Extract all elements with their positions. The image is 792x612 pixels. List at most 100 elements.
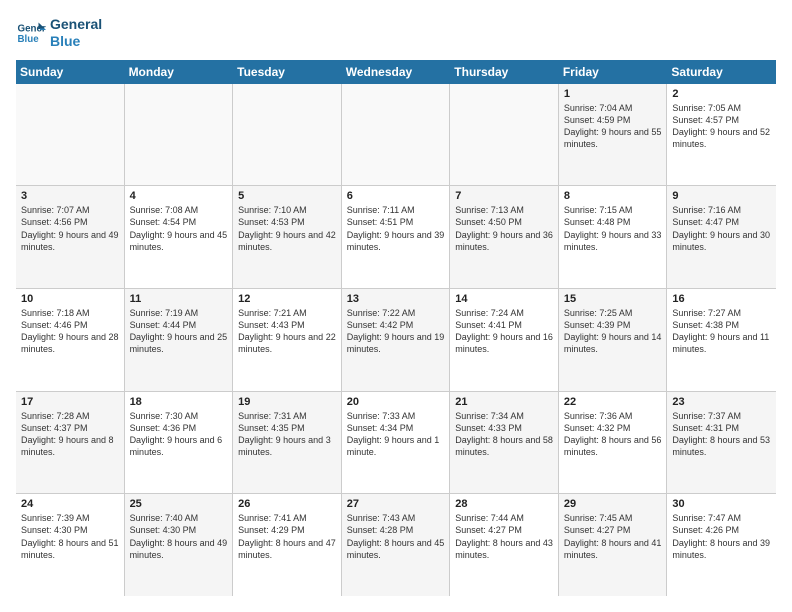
day-number: 21 bbox=[455, 396, 553, 408]
cell-info: Sunrise: 7:41 AM Sunset: 4:29 PM Dayligh… bbox=[238, 512, 336, 561]
calendar-row-3: 17 Sunrise: 7:28 AM Sunset: 4:37 PM Dayli… bbox=[16, 392, 776, 495]
calendar-cell-r1-c5: 8 Sunrise: 7:15 AM Sunset: 4:48 PM Daylig… bbox=[559, 186, 668, 288]
calendar-cell-r0-c1 bbox=[125, 84, 234, 186]
calendar-row-2: 10 Sunrise: 7:18 AM Sunset: 4:46 PM Dayli… bbox=[16, 289, 776, 392]
calendar-cell-r0-c0 bbox=[16, 84, 125, 186]
calendar-cell-r1-c6: 9Sunrise: 7:16 AM Sunset: 4:47 PM Daylig… bbox=[667, 186, 776, 288]
header: General Blue General Blue bbox=[16, 16, 776, 50]
calendar-body: 1Sunrise: 7:04 AM Sunset: 4:59 PM Daylig… bbox=[16, 84, 776, 596]
day-number: 14 bbox=[455, 293, 553, 305]
calendar-cell-r1-c0: 3 Sunrise: 7:07 AM Sunset: 4:56 PM Daylig… bbox=[16, 186, 125, 288]
calendar-cell-r3-c3: 20 Sunrise: 7:33 AM Sunset: 4:34 PM Dayli… bbox=[342, 392, 451, 494]
calendar-cell-r2-c0: 10 Sunrise: 7:18 AM Sunset: 4:46 PM Dayli… bbox=[16, 289, 125, 391]
calendar-cell-r2-c1: 11 Sunrise: 7:19 AM Sunset: 4:44 PM Dayli… bbox=[125, 289, 234, 391]
svg-text:Blue: Blue bbox=[18, 34, 40, 45]
day-number: 7 bbox=[455, 190, 553, 202]
cell-info: Sunrise: 7:34 AM Sunset: 4:33 PM Dayligh… bbox=[455, 410, 553, 459]
day-number: 25 bbox=[130, 498, 228, 510]
calendar-cell-r2-c5: 15 Sunrise: 7:25 AM Sunset: 4:39 PM Dayli… bbox=[559, 289, 668, 391]
logo-icon: General Blue bbox=[16, 18, 46, 48]
calendar-cell-r2-c4: 14 Sunrise: 7:24 AM Sunset: 4:41 PM Dayli… bbox=[450, 289, 559, 391]
calendar-cell-r3-c0: 17 Sunrise: 7:28 AM Sunset: 4:37 PM Dayli… bbox=[16, 392, 125, 494]
cell-info: Sunrise: 7:30 AM Sunset: 4:36 PM Dayligh… bbox=[130, 410, 228, 459]
cell-info: Sunrise: 7:24 AM Sunset: 4:41 PM Dayligh… bbox=[455, 307, 553, 356]
header-day-tuesday: Tuesday bbox=[233, 60, 342, 84]
day-number: 16 bbox=[672, 293, 771, 305]
day-number: 12 bbox=[238, 293, 336, 305]
calendar-cell-r1-c1: 4 Sunrise: 7:08 AM Sunset: 4:54 PM Daylig… bbox=[125, 186, 234, 288]
calendar-cell-r3-c4: 21 Sunrise: 7:34 AM Sunset: 4:33 PM Dayli… bbox=[450, 392, 559, 494]
header-day-wednesday: Wednesday bbox=[342, 60, 451, 84]
calendar-row-1: 3 Sunrise: 7:07 AM Sunset: 4:56 PM Daylig… bbox=[16, 186, 776, 289]
day-number: 22 bbox=[564, 396, 662, 408]
day-number: 1 bbox=[564, 88, 662, 100]
calendar-cell-r3-c5: 22Sunrise: 7:36 AM Sunset: 4:32 PM Dayli… bbox=[559, 392, 668, 494]
day-number: 8 bbox=[564, 190, 662, 202]
cell-info: Sunrise: 7:08 AM Sunset: 4:54 PM Dayligh… bbox=[130, 204, 228, 253]
day-number: 30 bbox=[672, 498, 771, 510]
day-number: 20 bbox=[347, 396, 445, 408]
cell-info: Sunrise: 7:44 AM Sunset: 4:27 PM Dayligh… bbox=[455, 512, 553, 561]
cell-info: Sunrise: 7:11 AM Sunset: 4:51 PM Dayligh… bbox=[347, 204, 445, 253]
cell-info: Sunrise: 7:27 AM Sunset: 4:38 PM Dayligh… bbox=[672, 307, 771, 356]
calendar-cell-r4-c1: 25Sunrise: 7:40 AM Sunset: 4:30 PM Dayli… bbox=[125, 494, 234, 596]
cell-info: Sunrise: 7:10 AM Sunset: 4:53 PM Dayligh… bbox=[238, 204, 336, 253]
day-number: 13 bbox=[347, 293, 445, 305]
cell-info: Sunrise: 7:16 AM Sunset: 4:47 PM Dayligh… bbox=[672, 204, 771, 253]
page: General Blue General Blue SundayMondayTu… bbox=[0, 0, 792, 612]
day-number: 24 bbox=[21, 498, 119, 510]
calendar-row-0: 1Sunrise: 7:04 AM Sunset: 4:59 PM Daylig… bbox=[16, 84, 776, 187]
calendar-cell-r4-c4: 28Sunrise: 7:44 AM Sunset: 4:27 PM Dayli… bbox=[450, 494, 559, 596]
cell-info: Sunrise: 7:21 AM Sunset: 4:43 PM Dayligh… bbox=[238, 307, 336, 356]
logo-text-blue: Blue bbox=[50, 33, 102, 50]
calendar-cell-r3-c1: 18 Sunrise: 7:30 AM Sunset: 4:36 PM Dayli… bbox=[125, 392, 234, 494]
calendar-cell-r2-c6: 16 Sunrise: 7:27 AM Sunset: 4:38 PM Dayli… bbox=[667, 289, 776, 391]
calendar-cell-r3-c2: 19 Sunrise: 7:31 AM Sunset: 4:35 PM Dayli… bbox=[233, 392, 342, 494]
calendar-cell-r1-c2: 5 Sunrise: 7:10 AM Sunset: 4:53 PM Daylig… bbox=[233, 186, 342, 288]
cell-info: Sunrise: 7:37 AM Sunset: 4:31 PM Dayligh… bbox=[672, 410, 771, 459]
calendar-cell-r2-c3: 13 Sunrise: 7:22 AM Sunset: 4:42 PM Dayli… bbox=[342, 289, 451, 391]
day-number: 10 bbox=[21, 293, 119, 305]
cell-info: Sunrise: 7:39 AM Sunset: 4:30 PM Dayligh… bbox=[21, 512, 119, 561]
cell-info: Sunrise: 7:22 AM Sunset: 4:42 PM Dayligh… bbox=[347, 307, 445, 356]
calendar-cell-r4-c6: 30 Sunrise: 7:47 AM Sunset: 4:26 PM Dayli… bbox=[667, 494, 776, 596]
cell-info: Sunrise: 7:47 AM Sunset: 4:26 PM Dayligh… bbox=[672, 512, 771, 561]
day-number: 27 bbox=[347, 498, 445, 510]
day-number: 5 bbox=[238, 190, 336, 202]
cell-info: Sunrise: 7:15 AM Sunset: 4:48 PM Dayligh… bbox=[564, 204, 662, 253]
cell-info: Sunrise: 7:28 AM Sunset: 4:37 PM Dayligh… bbox=[21, 410, 119, 459]
day-number: 17 bbox=[21, 396, 119, 408]
header-day-monday: Monday bbox=[125, 60, 234, 84]
day-number: 4 bbox=[130, 190, 228, 202]
day-number: 18 bbox=[130, 396, 228, 408]
cell-info: Sunrise: 7:25 AM Sunset: 4:39 PM Dayligh… bbox=[564, 307, 662, 356]
cell-info: Sunrise: 7:07 AM Sunset: 4:56 PM Dayligh… bbox=[21, 204, 119, 253]
cell-info: Sunrise: 7:18 AM Sunset: 4:46 PM Dayligh… bbox=[21, 307, 119, 356]
cell-info: Sunrise: 7:45 AM Sunset: 4:27 PM Dayligh… bbox=[564, 512, 662, 561]
calendar-cell-r0-c4 bbox=[450, 84, 559, 186]
day-number: 23 bbox=[672, 396, 771, 408]
day-number: 11 bbox=[130, 293, 228, 305]
calendar-cell-r1-c4: 7Sunrise: 7:13 AM Sunset: 4:50 PM Daylig… bbox=[450, 186, 559, 288]
calendar-cell-r0-c2 bbox=[233, 84, 342, 186]
day-number: 6 bbox=[347, 190, 445, 202]
calendar: SundayMondayTuesdayWednesdayThursdayFrid… bbox=[16, 60, 776, 596]
logo: General Blue General Blue bbox=[16, 16, 102, 50]
cell-info: Sunrise: 7:33 AM Sunset: 4:34 PM Dayligh… bbox=[347, 410, 445, 459]
header-day-sunday: Sunday bbox=[16, 60, 125, 84]
day-number: 3 bbox=[21, 190, 119, 202]
calendar-cell-r0-c5: 1Sunrise: 7:04 AM Sunset: 4:59 PM Daylig… bbox=[559, 84, 668, 186]
calendar-header: SundayMondayTuesdayWednesdayThursdayFrid… bbox=[16, 60, 776, 84]
calendar-cell-r4-c0: 24 Sunrise: 7:39 AM Sunset: 4:30 PM Dayli… bbox=[16, 494, 125, 596]
cell-info: Sunrise: 7:19 AM Sunset: 4:44 PM Dayligh… bbox=[130, 307, 228, 356]
calendar-row-4: 24 Sunrise: 7:39 AM Sunset: 4:30 PM Dayli… bbox=[16, 494, 776, 596]
cell-info: Sunrise: 7:31 AM Sunset: 4:35 PM Dayligh… bbox=[238, 410, 336, 459]
day-number: 15 bbox=[564, 293, 662, 305]
header-day-saturday: Saturday bbox=[667, 60, 776, 84]
calendar-cell-r4-c3: 27 Sunrise: 7:43 AM Sunset: 4:28 PM Dayli… bbox=[342, 494, 451, 596]
day-number: 19 bbox=[238, 396, 336, 408]
logo-text-general: General bbox=[50, 16, 102, 33]
cell-info: Sunrise: 7:43 AM Sunset: 4:28 PM Dayligh… bbox=[347, 512, 445, 561]
cell-info: Sunrise: 7:05 AM Sunset: 4:57 PM Dayligh… bbox=[672, 102, 771, 151]
calendar-cell-r4-c2: 26Sunrise: 7:41 AM Sunset: 4:29 PM Dayli… bbox=[233, 494, 342, 596]
